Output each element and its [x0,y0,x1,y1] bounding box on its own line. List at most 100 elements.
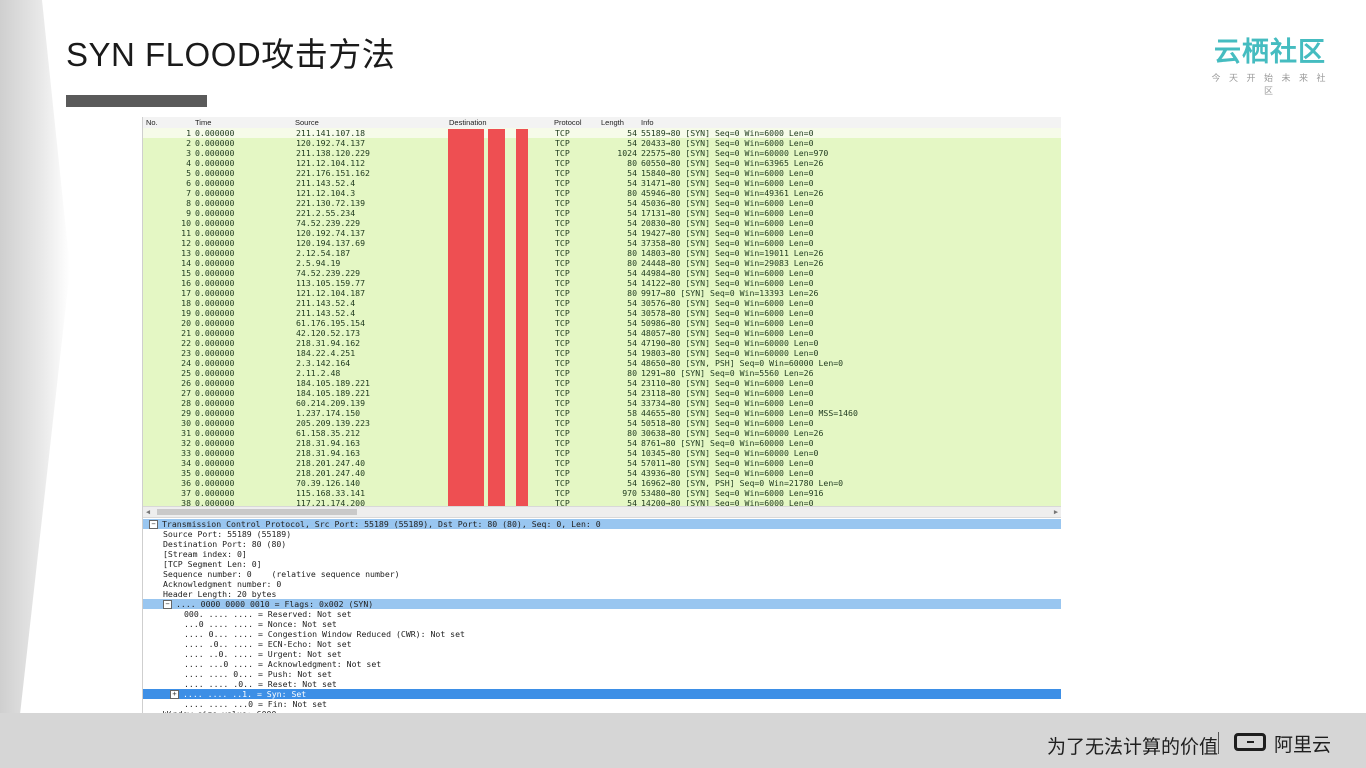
detail-tree-line[interactable]: 000. .... .... = Reserved: Not set [143,609,1061,619]
packet-protocol: TCP [555,148,570,158]
detail-tree-line[interactable]: .... .... .0.. = Reset: Not set [143,679,1061,689]
packet-row[interactable]: 8 0.000000 221.130.72.139 TCP 54 45036→80 [SY… [143,198,1061,208]
col-header-time[interactable]: Time [195,118,211,127]
packet-detail-tree[interactable]: − Transmission Control Protocol, Src Port… [143,519,1061,717]
detail-line-text: ...0 .... .... = Nonce: Not set [184,619,337,629]
packet-row[interactable]: 10 0.000000 74.52.239.229 TCP 54 20830→80 [SY… [143,218,1061,228]
packet-row[interactable]: 20 0.000000 61.176.195.154 TCP 54 50986→80 [S… [143,318,1061,328]
detail-tree-line[interactable]: .... ...0 .... = Acknowledgment: Not set [143,659,1061,669]
expand-icon[interactable]: + [170,690,179,699]
packet-row[interactable]: 1 0.000000 211.141.107.18 TCP 54 55189→80 [SY… [143,128,1061,138]
packet-info: 48057→80 [SYN] Seq=0 Win=6000 Len=0 [641,328,814,338]
detail-tree-line[interactable]: + .... .... ..1. = Syn: Set [143,689,1061,699]
detail-tree-line[interactable]: − Transmission Control Protocol, Src Port… [143,519,1061,529]
packet-row[interactable]: 34 0.000000 218.201.247.40 TCP 54 57011→80 [S… [143,458,1061,468]
destination-redaction [488,129,505,508]
detail-tree-line[interactable]: .... .0.. .... = ECN-Echo: Not set [143,639,1061,649]
packet-row[interactable]: 29 0.000000 1.237.174.150 TCP 58 44655→80 [SY… [143,408,1061,418]
packet-row[interactable]: 28 0.000000 60.214.209.139 TCP 54 33734→80 [S… [143,398,1061,408]
col-header-source[interactable]: Source [295,118,319,127]
packet-row[interactable]: 31 0.000000 61.158.35.212 TCP 80 30638→80 [SY… [143,428,1061,438]
col-header-no[interactable]: No. [146,118,158,127]
detail-tree-line[interactable]: Sequence number: 0 (relative sequence nu… [143,569,1061,579]
packet-row[interactable]: 21 0.000000 42.120.52.173 TCP 54 48057→80 [SY… [143,328,1061,338]
detail-tree-line[interactable]: Acknowledgment number: 0 [143,579,1061,589]
packet-row[interactable]: 15 0.000000 74.52.239.229 TCP 54 44984→80 [SY… [143,268,1061,278]
footer-divider [1218,732,1219,754]
packet-info: 30638→80 [SYN] Seq=0 Win=60000 Len=26 [641,428,824,438]
packet-list[interactable]: 1 0.000000 211.141.107.18 TCP 54 55189→80 [SY… [143,128,1061,506]
horizontal-scrollbar[interactable]: ◀ ▶ [143,506,1061,518]
packet-row[interactable]: 2 0.000000 120.192.74.137 TCP 54 20433→80 [SY… [143,138,1061,148]
detail-tree-line[interactable]: −.... 0000 0000 0010 = Flags: 0x002 (SYN… [143,599,1061,609]
col-header-protocol[interactable]: Protocol [554,118,582,127]
packet-source: 2.3.142.164 [296,358,351,368]
packet-row[interactable]: 5 0.000000 221.176.151.162 TCP 54 15840→80 [S… [143,168,1061,178]
packet-row[interactable]: 16 0.000000 113.105.159.77 TCP 54 14122→80 [S… [143,278,1061,288]
packet-row[interactable]: 3 0.000000 211.138.120.229 TCP 1024 22575→80 … [143,148,1061,158]
packet-protocol: TCP [555,458,570,468]
packet-protocol: TCP [555,368,570,378]
detail-tree-line[interactable]: [Stream index: 0] [143,549,1061,559]
scroll-right-arrow-icon[interactable]: ▶ [1051,507,1061,517]
col-header-info[interactable]: Info [641,118,654,127]
detail-tree-line[interactable]: Destination Port: 80 (80) [143,539,1061,549]
packet-info: 45036→80 [SYN] Seq=0 Win=6000 Len=0 [641,198,814,208]
packet-length: 54 [627,298,637,308]
detail-tree-line[interactable]: ...0 .... .... = Nonce: Not set [143,619,1061,629]
packet-row[interactable]: 22 0.000000 218.31.94.162 TCP 54 47190→80 [SY… [143,338,1061,348]
packet-row[interactable]: 37 0.000000 115.168.33.141 TCP 970 53480→80 [… [143,488,1061,498]
packet-length: 54 [627,388,637,398]
packet-no: 21 [181,328,191,338]
packet-row[interactable]: 13 0.000000 2.12.54.187 TCP 80 14803→80 [SYN]… [143,248,1061,258]
detail-tree-line[interactable]: Source Port: 55189 (55189) [143,529,1061,539]
packet-row[interactable]: 38 0.000000 117.21.174.200 TCP 54 14200→80 [S… [143,498,1061,506]
packet-row[interactable]: 32 0.000000 218.31.94.163 TCP 54 8761→80 [SYN… [143,438,1061,448]
packet-time: 0.000000 [195,458,235,468]
packet-row[interactable]: 17 0.000000 121.12.104.187 TCP 80 9917→80 [SY… [143,288,1061,298]
packet-row[interactable]: 23 0.000000 184.22.4.251 TCP 54 19803→80 [SYN… [143,348,1061,358]
packet-time: 0.000000 [195,158,235,168]
detail-line-text: Sequence number: 0 (relative sequence nu… [163,569,400,579]
packet-source: 218.31.94.163 [296,438,361,448]
packet-row[interactable]: 33 0.000000 218.31.94.163 TCP 54 10345→80 [SY… [143,448,1061,458]
detail-tree-line[interactable]: Header Length: 20 bytes [143,589,1061,599]
scroll-left-arrow-icon[interactable]: ◀ [143,507,153,517]
scrollbar-thumb[interactable] [157,509,357,515]
packet-row[interactable]: 11 0.000000 120.192.74.137 TCP 54 19427→80 [S… [143,228,1061,238]
packet-row[interactable]: 36 0.000000 70.39.126.140 TCP 54 16962→80 [SY… [143,478,1061,488]
packet-time: 0.000000 [195,378,235,388]
packet-row[interactable]: 6 0.000000 211.143.52.4 TCP 54 31471→80 [SYN]… [143,178,1061,188]
detail-tree-line[interactable]: .... 0... .... = Congestion Window Reduc… [143,629,1061,639]
packet-source: 61.176.195.154 [296,318,366,328]
packet-row[interactable]: 24 0.000000 2.3.142.164 TCP 54 48650→80 [SYN,… [143,358,1061,368]
packet-row[interactable]: 7 0.000000 121.12.104.3 TCP 80 45946→80 [SYN]… [143,188,1061,198]
packet-row[interactable]: 25 0.000000 2.11.2.48 TCP 80 1291→80 [SYN] Se… [143,368,1061,378]
packet-row[interactable]: 4 0.000000 121.12.104.112 TCP 80 60550→80 [SY… [143,158,1061,168]
detail-tree-line[interactable]: [TCP Segment Len: 0] [143,559,1061,569]
collapse-icon[interactable]: − [163,600,172,609]
packet-source: 121.12.104.187 [296,288,366,298]
packet-row[interactable]: 9 0.000000 221.2.55.234 TCP 54 17131→80 [SYN]… [143,208,1061,218]
packet-row[interactable]: 14 0.000000 2.5.94.19 TCP 80 24448→80 [SYN] S… [143,258,1061,268]
packet-info: 14122→80 [SYN] Seq=0 Win=6000 Len=0 [641,278,814,288]
detail-tree-line[interactable]: .... .... ...0 = Fin: Not set [143,699,1061,709]
packet-row[interactable]: 27 0.000000 184.105.189.221 TCP 54 23118→80 [… [143,388,1061,398]
packet-protocol: TCP [555,358,570,368]
packet-row[interactable]: 18 0.000000 211.143.52.4 TCP 54 30576→80 [SYN… [143,298,1061,308]
packet-info: 43936→80 [SYN] Seq=0 Win=6000 Len=0 [641,468,814,478]
packet-info: 31471→80 [SYN] Seq=0 Win=6000 Len=0 [641,178,814,188]
packet-source: 117.21.174.200 [296,498,366,506]
packet-row[interactable]: 26 0.000000 184.105.189.221 TCP 54 23110→80 [… [143,378,1061,388]
collapse-icon[interactable]: − [149,520,158,529]
packet-row[interactable]: 30 0.000000 205.209.139.223 TCP 54 50518→80 [… [143,418,1061,428]
detail-tree-line[interactable]: .... ..0. .... = Urgent: Not set [143,649,1061,659]
packet-info: 33734→80 [SYN] Seq=0 Win=6000 Len=0 [641,398,814,408]
packet-row[interactable]: 35 0.000000 218.201.247.40 TCP 54 43936→80 [S… [143,468,1061,478]
col-header-length[interactable]: Length [601,118,624,127]
packet-row[interactable]: 19 0.000000 211.143.52.4 TCP 54 30578→80 [SYN… [143,308,1061,318]
packet-row[interactable]: 12 0.000000 120.194.137.69 TCP 54 37358→80 [S… [143,238,1061,248]
detail-tree-line[interactable]: .... .... 0... = Push: Not set [143,669,1061,679]
packet-info: 20433→80 [SYN] Seq=0 Win=6000 Len=0 [641,138,814,148]
col-header-destination[interactable]: Destination [449,118,487,127]
